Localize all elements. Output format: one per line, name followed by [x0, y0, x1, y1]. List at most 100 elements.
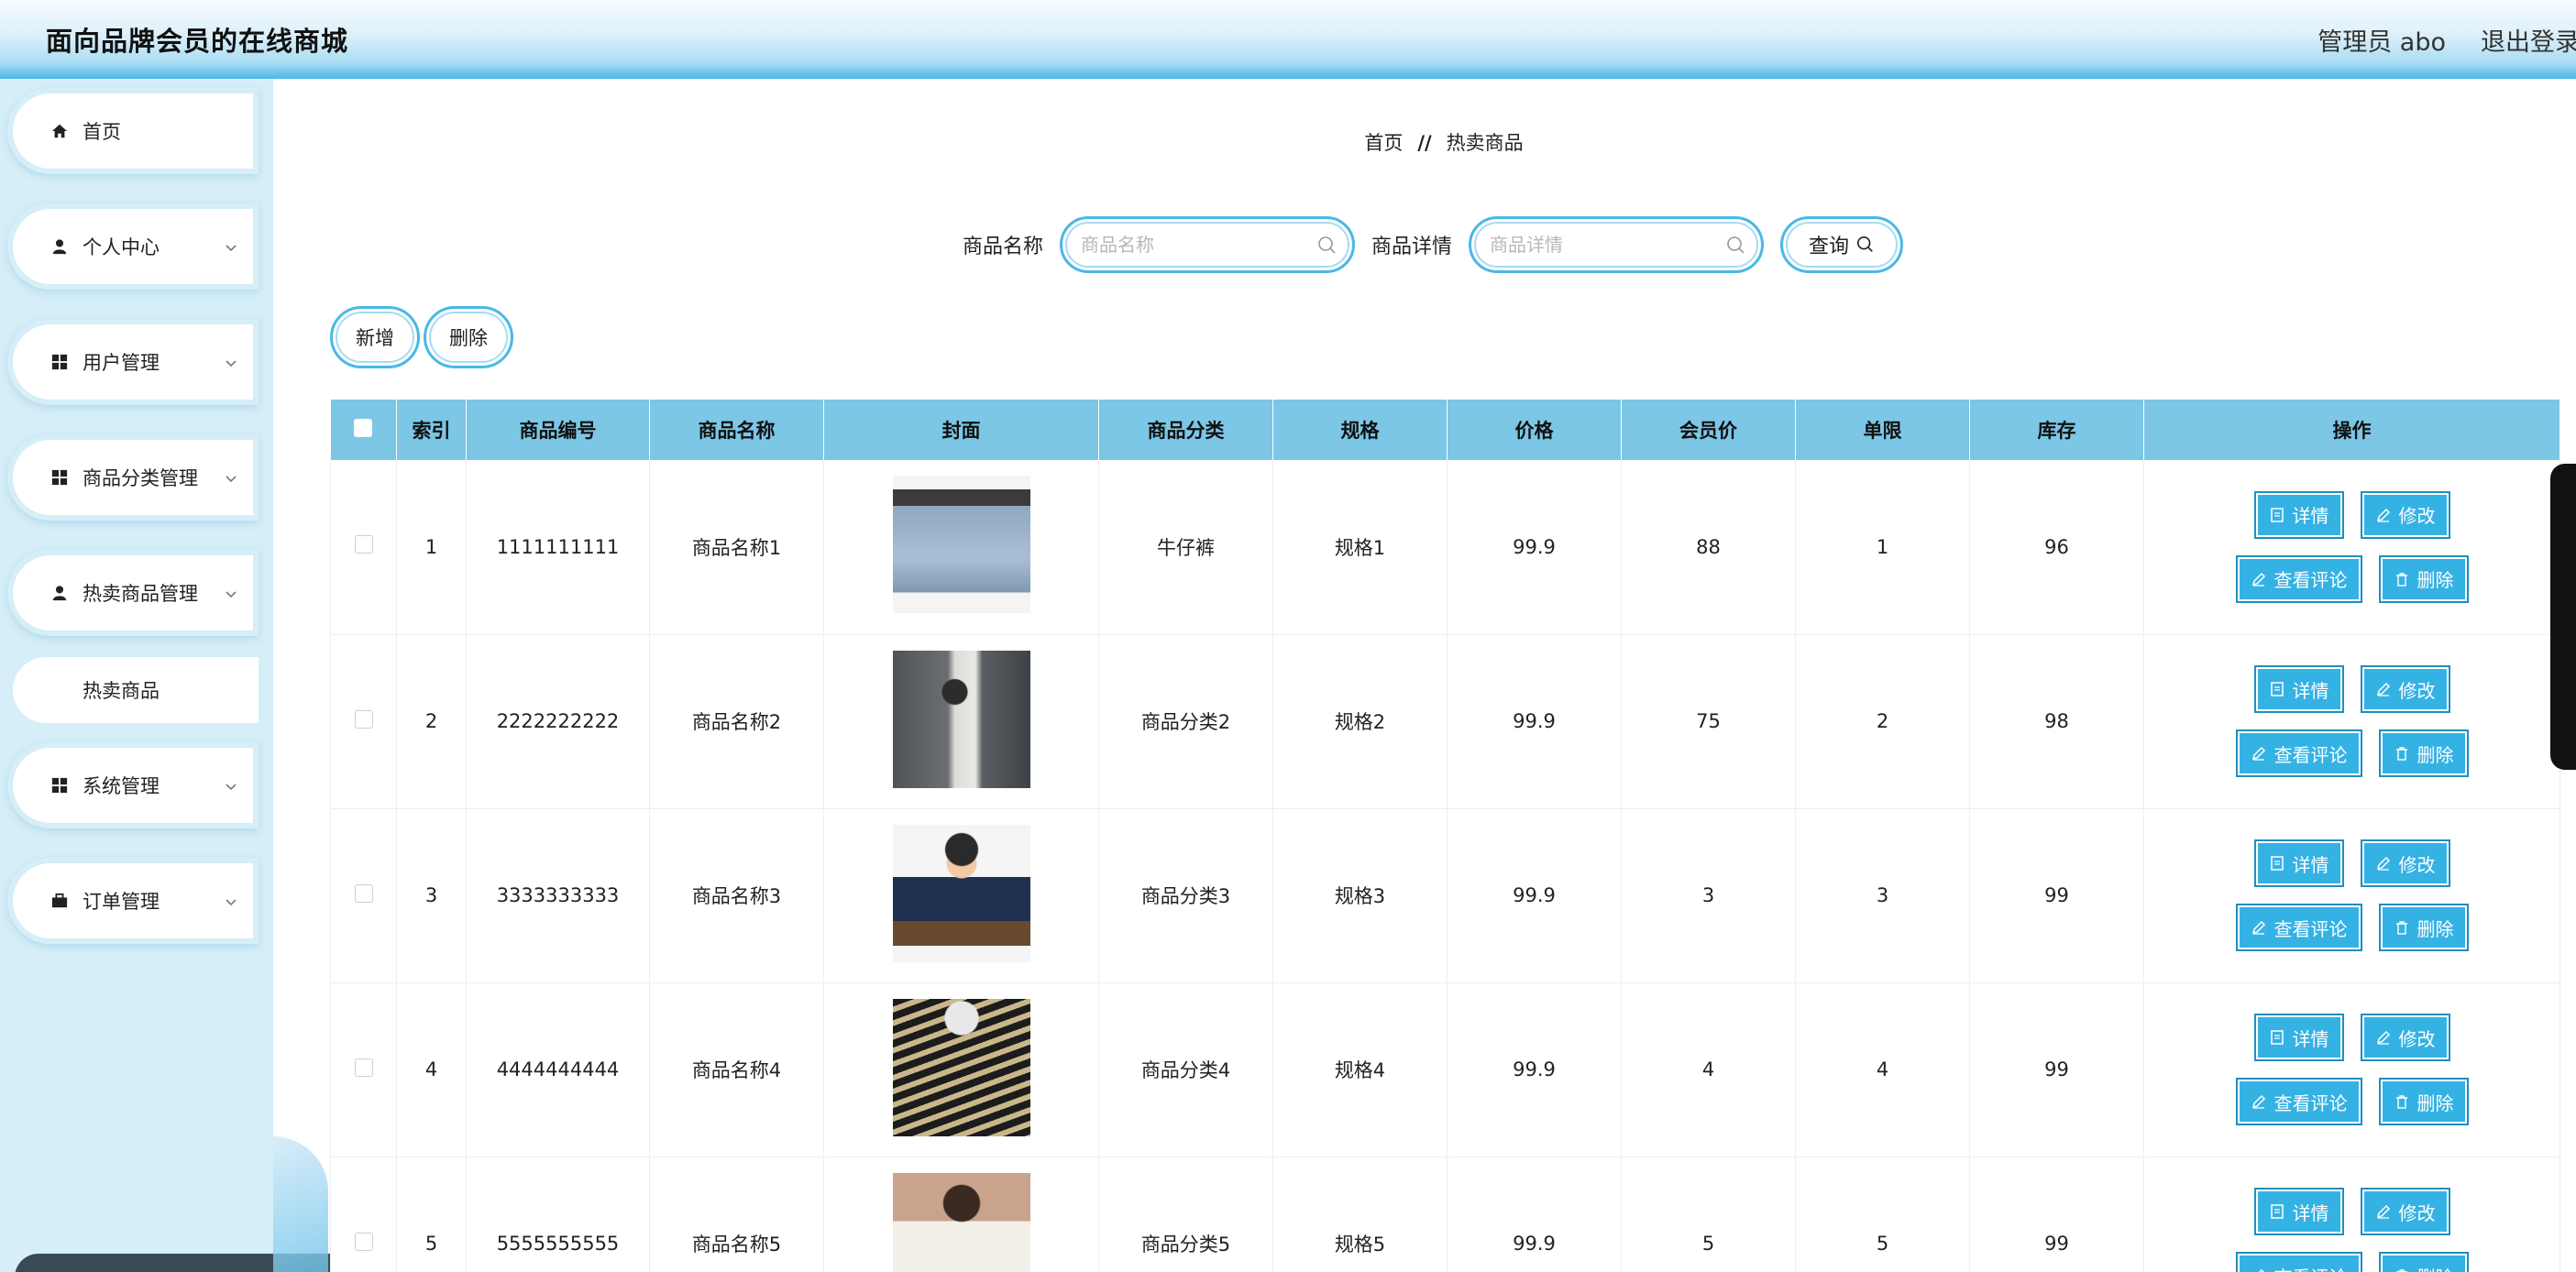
view-comments-label: 查看评论	[2273, 1091, 2348, 1114]
sidebar-item-personal-center[interactable]: 个人中心	[7, 203, 259, 290]
product-detail-input[interactable]	[1490, 231, 1711, 258]
cell-actions: 详情 修改 查看评论 删除	[2143, 634, 2560, 809]
edit-button[interactable]: 修改	[2360, 665, 2450, 713]
sidebar-item-category-management[interactable]: 商品分类管理	[7, 434, 259, 521]
row-checkbox[interactable]	[354, 1058, 373, 1077]
row-checkbox[interactable]	[354, 535, 373, 554]
pencil-icon	[2376, 682, 2390, 696]
cell-category: 商品分类3	[1098, 808, 1273, 983]
delete-button[interactable]: 删除	[2378, 1252, 2469, 1272]
view-comments-button[interactable]: 查看评论	[2235, 729, 2362, 777]
detail-button[interactable]: 详情	[2253, 1014, 2344, 1061]
view-comments-button[interactable]: 查看评论	[2235, 1252, 2362, 1272]
table-row: 3 3333333333 商品名称3 商品分类3 规格3 99.9 3 3 99…	[330, 808, 2560, 983]
sidebar-item-label: 订单管理	[83, 891, 160, 913]
edit-button[interactable]: 修改	[2360, 839, 2450, 887]
row-checkbox[interactable]	[354, 1232, 373, 1251]
query-button[interactable]: 查询	[1780, 216, 1904, 273]
cell-name: 商品名称2	[649, 634, 824, 809]
person-icon	[50, 236, 70, 257]
product-name-label: 商品名称	[963, 236, 1044, 258]
detail-button[interactable]: 详情	[2253, 839, 2344, 887]
trash-icon	[2395, 921, 2407, 935]
product-cover-image[interactable]	[892, 998, 1030, 1136]
cell-stock: 99	[1969, 808, 2144, 983]
cell-cover	[823, 634, 1099, 809]
edit-button[interactable]: 修改	[2360, 1014, 2450, 1061]
pencil-icon	[2376, 856, 2390, 871]
header-select-all[interactable]	[330, 400, 397, 460]
sidebar-subitem-hot-products[interactable]: 热卖商品	[13, 657, 259, 723]
delete-button[interactable]: 删除	[2378, 554, 2469, 603]
batch-delete-button[interactable]: 删除	[424, 306, 513, 368]
cell-spec: 规格3	[1272, 808, 1448, 983]
row-checkbox[interactable]	[354, 709, 373, 729]
header-actions: 操作	[2143, 400, 2560, 460]
pencil-icon	[2376, 1030, 2390, 1045]
detail-button[interactable]: 详情	[2253, 490, 2344, 539]
current-user: 管理员 abo	[2317, 27, 2446, 57]
product-cover-image[interactable]	[892, 650, 1030, 788]
sidebar-item-user-management[interactable]: 用户管理	[7, 319, 259, 405]
cell-actions: 详情 修改 查看评论 删除	[2143, 808, 2560, 983]
view-comments-label: 查看评论	[2273, 743, 2348, 766]
view-comments-button[interactable]: 查看评论	[2235, 1078, 2362, 1125]
sidebar-item-label: 个人中心	[83, 236, 160, 258]
add-button[interactable]: 新增	[330, 306, 420, 368]
sidebar-item-order-management[interactable]: 订单管理	[7, 858, 259, 944]
search-icon	[1857, 236, 1873, 252]
header-code: 商品编号	[466, 400, 650, 460]
header-limit: 单限	[1795, 400, 1970, 460]
detail-button[interactable]: 详情	[2253, 665, 2344, 713]
chevron-down-icon	[226, 784, 237, 791]
row-actions-top: 详情 修改	[2253, 1188, 2450, 1235]
row-select-cell	[330, 982, 397, 1157]
view-comments-button[interactable]: 查看评论	[2235, 554, 2362, 603]
edit-button-label: 修改	[2398, 505, 2436, 528]
product-detail-label: 商品详情	[1371, 236, 1453, 258]
product-cover-image[interactable]	[892, 1172, 1030, 1272]
view-comments-button[interactable]: 查看评论	[2235, 904, 2362, 951]
row-actions-bottom: 查看评论 删除	[2235, 904, 2469, 951]
side-float-tab[interactable]	[2550, 464, 2576, 770]
edit-button[interactable]: 修改	[2360, 490, 2450, 539]
row-checkbox[interactable]	[354, 883, 373, 903]
sidebar-item-hot-products-management[interactable]: 热卖商品管理	[7, 550, 259, 636]
sidebar-item-label: 热卖商品管理	[83, 583, 198, 605]
product-cover-image[interactable]	[892, 476, 1030, 614]
cell-member-price: 5	[1621, 1157, 1796, 1272]
sidebar-item-system-management[interactable]: 系统管理	[7, 742, 259, 828]
product-cover-image[interactable]	[892, 824, 1030, 962]
detail-button-label: 详情	[2292, 1201, 2329, 1224]
cell-cover	[823, 982, 1099, 1157]
breadcrumb-home[interactable]: 首页	[1364, 132, 1403, 154]
logout-link[interactable]: 退出登录	[2481, 22, 2576, 58]
row-actions-bottom: 查看评论 删除	[2235, 729, 2469, 777]
row-actions: 详情 修改 查看评论 删除	[2144, 839, 2559, 951]
sidebar-item-label: 商品分类管理	[83, 467, 198, 489]
delete-button[interactable]: 删除	[2378, 729, 2469, 777]
cell-cover	[823, 460, 1099, 635]
row-select-cell	[330, 634, 397, 809]
row-actions: 详情 修改 查看评论 删除	[2144, 1014, 2559, 1125]
edit-button[interactable]: 修改	[2360, 1188, 2450, 1235]
delete-button[interactable]: 删除	[2378, 1078, 2469, 1125]
row-actions-bottom: 查看评论 删除	[2235, 554, 2469, 603]
top-header: 面向品牌会员的在线商城 管理员 abo 退出登录	[0, 0, 2576, 79]
row-select-cell	[330, 460, 397, 635]
product-name-input[interactable]	[1081, 231, 1302, 258]
trash-icon	[2395, 747, 2407, 761]
document-icon	[2270, 856, 2284, 871]
cell-member-price: 3	[1621, 808, 1796, 983]
detail-button[interactable]: 详情	[2253, 1188, 2344, 1235]
delete-button-label: 删除	[2417, 1263, 2454, 1272]
pencil-icon	[2251, 572, 2265, 587]
cell-actions: 详情 修改 查看评论 删除	[2143, 1157, 2560, 1272]
app-title: 面向品牌会员的在线商城	[46, 26, 349, 57]
hot-products-table: 索引 商品编号 商品名称 封面 商品分类 规格 价格 会员价 单限 库存 操作 …	[330, 400, 2560, 1272]
delete-button[interactable]: 删除	[2378, 904, 2469, 951]
select-all-checkbox[interactable]	[354, 418, 373, 437]
cell-member-price: 4	[1621, 982, 1796, 1157]
edit-button-label: 修改	[2398, 1027, 2436, 1050]
table-toolbar: 新增 删除	[330, 306, 513, 368]
